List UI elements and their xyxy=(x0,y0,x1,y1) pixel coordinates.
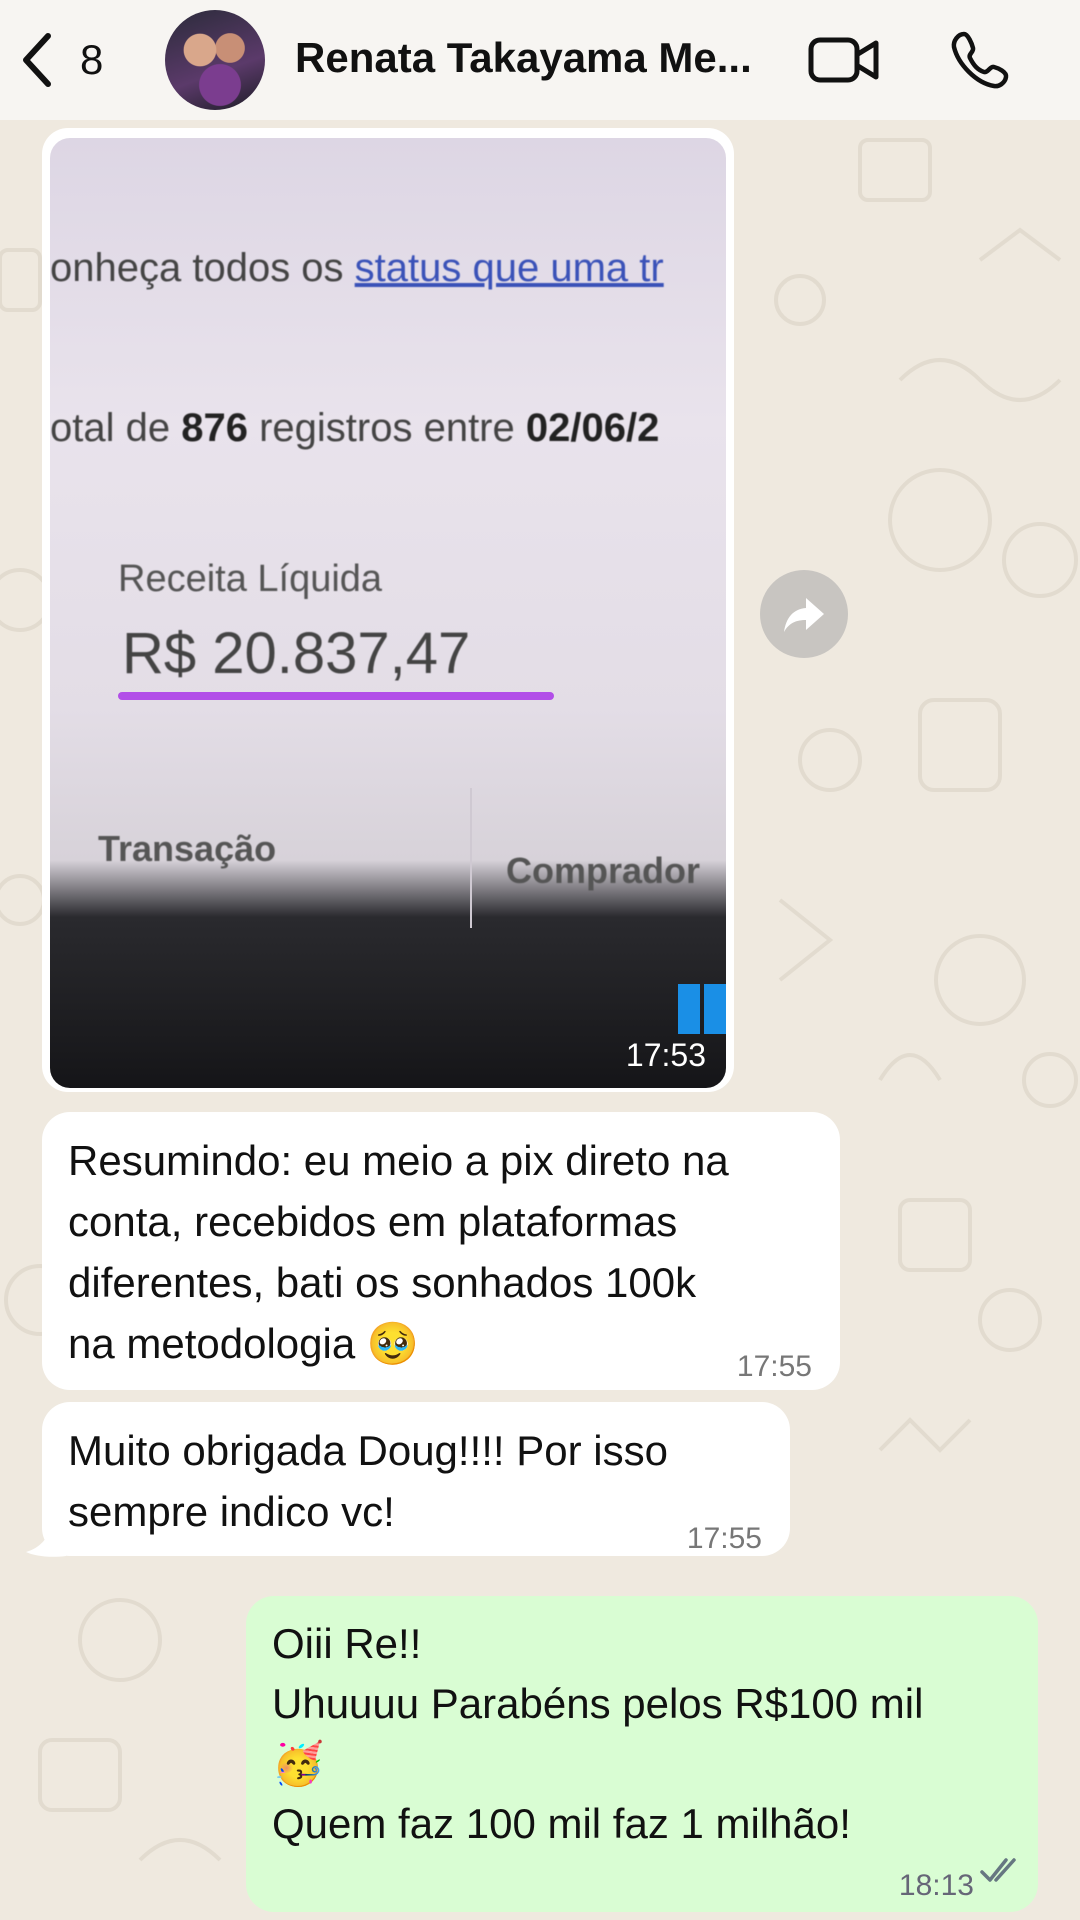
photo-text-line2: otal de 876 registros entre 02/06/2 xyxy=(50,406,660,450)
unread-count[interactable]: 8 xyxy=(80,36,103,84)
photo-column-comprador: Comprador xyxy=(506,850,701,891)
message-text: Muito obrigada Doug!!!! Por isso sempre … xyxy=(68,1427,668,1535)
outgoing-message-bubble[interactable]: Oiii Re!! Uhuuuu Parabéns pelos R$100 mi… xyxy=(246,1596,1038,1912)
photo-revenue-label: Receita Líquida xyxy=(118,558,383,600)
message-text: Oiii Re!! Uhuuuu Parabéns pelos R$100 mi… xyxy=(272,1620,924,1847)
windows-logo-icon xyxy=(678,984,726,1034)
photo-column-divider xyxy=(470,788,472,928)
double-check-icon xyxy=(980,1858,1016,1882)
bubble-tail xyxy=(26,1528,66,1557)
message-text: Resumindo: eu meio a pix direto na conta… xyxy=(68,1137,729,1367)
chat-header: 8 Renata Takayama Me... xyxy=(0,0,1080,120)
phone-icon[interactable] xyxy=(950,30,1010,90)
photo-column-transacao: Transação xyxy=(98,828,277,869)
message-timestamp: 18:13 xyxy=(898,1869,974,1902)
contact-name[interactable]: Renata Takayama Me... xyxy=(295,34,785,82)
image-timestamp: 17:53 xyxy=(625,1037,706,1073)
forward-share-icon xyxy=(784,598,824,632)
chevron-left-icon[interactable] xyxy=(18,30,58,90)
photo-revenue-amount: R$ 20.837,47 xyxy=(122,621,471,686)
forward-share-button[interactable] xyxy=(760,570,848,658)
incoming-message-bubble[interactable]: Muito obrigada Doug!!!! Por isso sempre … xyxy=(42,1402,790,1556)
incoming-message-bubble[interactable]: Resumindo: eu meio a pix direto na conta… xyxy=(42,1112,840,1390)
video-camera-icon[interactable] xyxy=(808,36,880,84)
message-timestamp: 17:55 xyxy=(736,1350,812,1383)
photo-text-line1: onheça todos os status que uma tr xyxy=(50,246,664,290)
message-timestamp: 17:55 xyxy=(686,1522,762,1555)
highlight-underline xyxy=(118,692,554,700)
screenshot-photo[interactable]: onheça todos os status que uma tr otal d… xyxy=(50,138,726,1088)
contact-avatar[interactable] xyxy=(165,10,265,110)
